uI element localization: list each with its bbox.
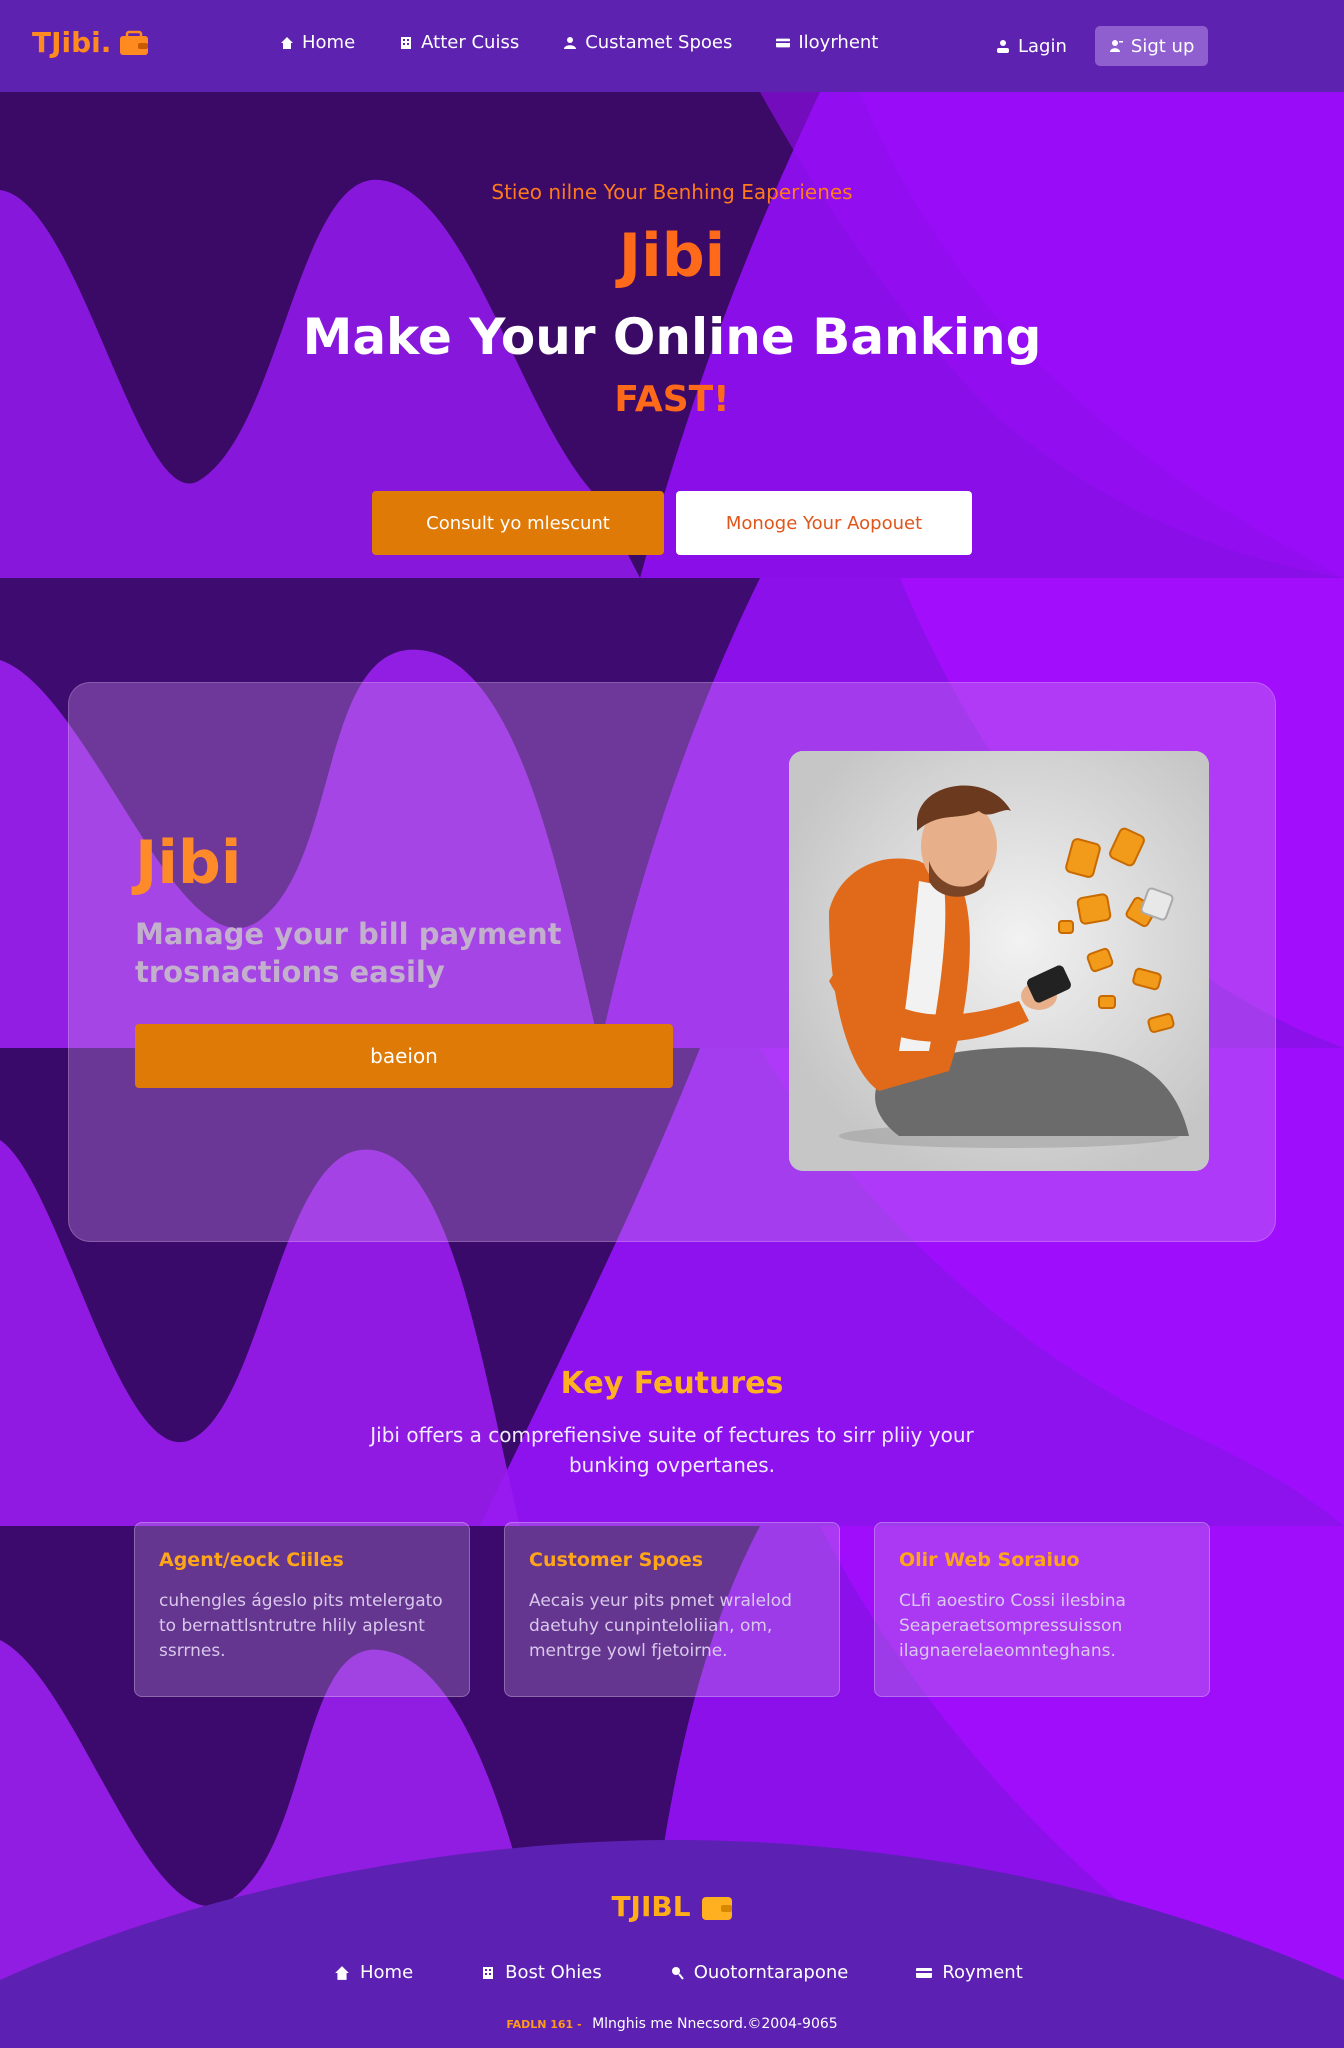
- footer-link-label: Ouotorntarapone: [693, 1962, 849, 1983]
- copyright-highlight: FADLN 161 -: [506, 2018, 582, 2031]
- nav-auth: Lagin Sigt up: [996, 26, 1209, 66]
- user-group-icon: [564, 36, 577, 49]
- feature-card-title: Agent/eock Ciiles: [159, 1549, 344, 1571]
- footer-link-customer[interactable]: Ouotorntarapone: [670, 1962, 849, 1983]
- wallet-icon: [701, 1896, 732, 1920]
- copyright-text: Mlnghis me Nnecsord.©2004-9065: [592, 2016, 838, 2032]
- hero-brand: Jibi: [618, 221, 726, 291]
- feature-card-text: Aecais yeur pits pmet wralelod daetuhy c…: [529, 1591, 792, 1661]
- man-with-phone-illustration: [789, 751, 1209, 1171]
- hero-tagline: Stieo nilne Your Benhing Eaperienes: [491, 180, 853, 204]
- signup-button[interactable]: Sigt up: [1094, 26, 1209, 66]
- footer-copyright: FADLN 161 - Mlnghis me Nnecsord.©2004-90…: [0, 2016, 1344, 2032]
- footer-brand-name: TJIBL: [611, 1890, 691, 1923]
- consult-account-button[interactable]: Consult yo mlescunt: [372, 491, 664, 555]
- features-description: Jibi offers a comprefiensive suite of fe…: [370, 1423, 974, 1477]
- nav-item-label: Home: [302, 32, 356, 53]
- top-navbar: TJibi. Home Atter Cuiss Custamet Spoes I…: [0, 0, 1344, 92]
- feature-card-customer-space[interactable]: Customer Spoes Aecais yeur pits pmet wra…: [504, 1522, 840, 1697]
- features-title: Key Feutures: [560, 1366, 784, 1401]
- brand-logo[interactable]: TJibi.: [32, 26, 149, 59]
- feature-card-title: Customer Spoes: [529, 1549, 704, 1571]
- nav-item-customer-space[interactable]: Custamet Spoes: [563, 32, 732, 53]
- feature-card-web-service[interactable]: Olir Web Soraiuo CLfi aoestiro Cossi ile…: [874, 1522, 1210, 1697]
- card-icon: [916, 1967, 933, 1978]
- footer-link-label: Home: [360, 1962, 414, 1983]
- footer-link-offices[interactable]: Bost Ohies: [481, 1962, 602, 1983]
- nav-item-label: Atter Cuiss: [421, 32, 520, 53]
- card-icon: [776, 38, 791, 47]
- hero-buttons: Consult yo mlescunt Monoge Your Aopouet: [372, 491, 972, 555]
- feature-card-agent-offices[interactable]: Agent/eock Ciiles cuhengles ágeslo pits …: [134, 1522, 470, 1697]
- footer-links: Home Bost Ohies Ouotorntarapone Royment: [334, 1962, 1023, 1983]
- nav-links: Home Atter Cuiss Custamet Spoes Iloyrhen…: [280, 32, 878, 53]
- promo-button[interactable]: baeion: [135, 1024, 673, 1088]
- support-icon: [671, 1966, 684, 1980]
- user-icon: [997, 40, 1009, 53]
- promo-illustration: [789, 751, 1209, 1171]
- hero-accent: FAST!: [614, 379, 730, 420]
- feature-card-text: CLfi aoestiro Cossi ilesbina Seaperaetso…: [899, 1591, 1126, 1661]
- nav-item-label: Iloyrhent: [798, 32, 879, 53]
- feature-card-text: cuhengles ágeslo pits mtelergato to bern…: [159, 1591, 443, 1661]
- nav-item-home[interactable]: Home: [280, 32, 355, 53]
- promo-card: Jibi Manage your bill payment trosnactio…: [68, 682, 1276, 1242]
- signup-label: Sigt up: [1130, 35, 1195, 57]
- home-icon: [281, 36, 293, 49]
- footer-link-label: Bost Ohies: [505, 1962, 602, 1983]
- hero-title: Make Your Online Banking: [302, 308, 1042, 366]
- building-icon: [401, 36, 412, 49]
- home-icon: [335, 1965, 349, 1980]
- hero-section: Stieo nilne Your Benhing Eaperienes Jibi…: [0, 180, 1344, 555]
- brand-name: TJibi.: [32, 26, 112, 59]
- nav-item-label: Custamet Spoes: [585, 32, 733, 53]
- feature-card-title: Olir Web Soraiuo: [899, 1549, 1080, 1571]
- footer-link-label: Royment: [942, 1962, 1023, 1983]
- promo-brand: Jibi: [135, 828, 242, 898]
- footer-link-payment[interactable]: Royment: [916, 1962, 1023, 1983]
- manage-account-button[interactable]: Monoge Your Aopouet: [676, 491, 972, 555]
- nav-item-payment[interactable]: Iloyrhent: [776, 32, 878, 53]
- footer-link-home[interactable]: Home: [334, 1962, 413, 1983]
- building-icon: [483, 1966, 494, 1979]
- promo-text: Manage your bill payment trosnactions ea…: [135, 917, 562, 989]
- login-link[interactable]: Lagin: [996, 36, 1067, 57]
- footer-brand: TJIBL: [0, 1890, 1344, 1923]
- nav-item-agent-offices[interactable]: Atter Cuiss: [399, 32, 519, 53]
- user-plus-icon: [1109, 40, 1123, 52]
- login-label: Lagin: [1018, 35, 1067, 57]
- wallet-icon: [120, 30, 149, 55]
